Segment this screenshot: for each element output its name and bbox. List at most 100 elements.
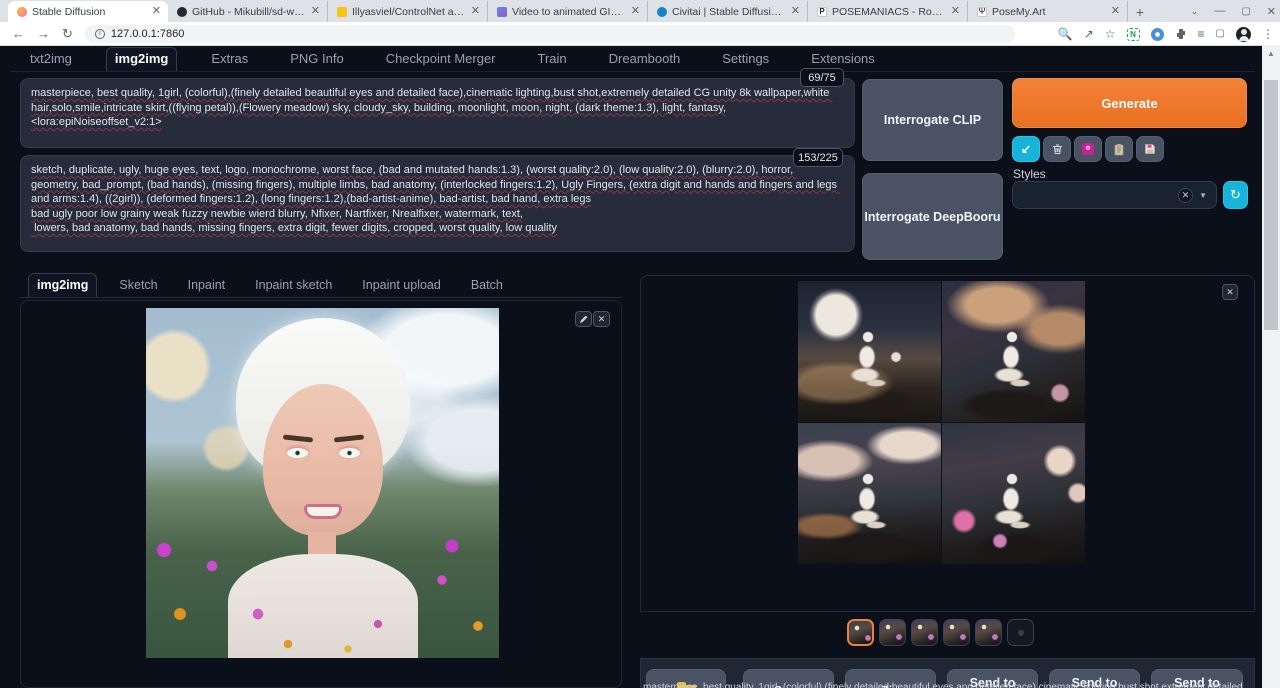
portrait-smile <box>304 504 342 519</box>
subtab-inpaint-sketch[interactable]: Inpaint sketch <box>247 274 340 298</box>
negative-token-counter: 153/225 <box>793 148 843 167</box>
clipboard-icon <box>1113 143 1125 156</box>
interrogate-clip-button[interactable]: Interrogate CLIP <box>862 79 1003 161</box>
back-icon[interactable]: ← <box>12 26 25 41</box>
new-tab-button[interactable]: + <box>1128 1 1152 22</box>
negative-prompt-textarea[interactable]: sketch, duplicate, ugly, huge eyes, text… <box>20 155 855 252</box>
tab-close-icon[interactable]: ✕ <box>311 6 320 17</box>
save-style-button[interactable] <box>1136 136 1164 162</box>
figure-silhouette <box>986 329 1038 393</box>
clear-styles-icon[interactable]: ✕ <box>1178 188 1193 203</box>
remove-image-button[interactable]: ✕ <box>593 311 610 327</box>
maximize-icon[interactable]: ▢ <box>1241 6 1250 17</box>
trash-icon <box>1051 143 1064 156</box>
tab-settings[interactable]: Settings <box>714 48 777 71</box>
gallery-thumbnail-6[interactable] <box>1007 619 1034 646</box>
tab-checkpoint-merger[interactable]: Checkpoint Merger <box>378 48 504 71</box>
apply-styles-button[interactable] <box>1105 136 1133 162</box>
gallery-thumbnail-1[interactable] <box>847 619 874 646</box>
tab-png-info[interactable]: PNG Info <box>282 48 351 71</box>
extension-blue-icon[interactable] <box>1151 28 1164 41</box>
scrollbar-thumb[interactable] <box>1264 80 1278 330</box>
portrait-blouse <box>228 554 418 658</box>
address-bar[interactable]: i 127.0.0.1:7860 <box>85 25 1015 43</box>
tab-close-icon[interactable]: ✕ <box>791 6 800 17</box>
browser-tab-civitai[interactable]: Civitai | Stable Diffusion model... ✕ <box>648 1 808 22</box>
output-image-grid[interactable] <box>798 281 1085 564</box>
zoom-icon[interactable]: 🔍 <box>1058 28 1073 40</box>
portrait-eye-right <box>339 448 360 458</box>
floppy-disk-icon <box>1144 143 1156 155</box>
tab-close-icon[interactable]: ✕ <box>631 6 640 17</box>
output-image-2[interactable] <box>942 281 1085 422</box>
output-image-4[interactable] <box>942 423 1085 564</box>
close-gallery-button[interactable]: ✕ <box>1222 284 1238 300</box>
pencil-icon <box>579 315 588 324</box>
tab-title: POSEMANIACS - Royalty free 3... <box>832 6 946 18</box>
gallery-thumbnail-3[interactable] <box>911 619 938 646</box>
subtab-inpaint[interactable]: Inpaint <box>180 274 234 298</box>
tab-img2img[interactable]: img2img <box>106 47 177 71</box>
bookmark-star-icon[interactable]: ☆ <box>1105 28 1116 40</box>
tab-extras[interactable]: Extras <box>203 48 256 71</box>
browser-tab-posemyart[interactable]: Ψ PoseMy.Art ✕ <box>968 1 1128 22</box>
minimize-icon[interactable]: — <box>1214 5 1225 17</box>
share-icon[interactable]: ↗ <box>1084 28 1094 40</box>
scrollbar-up-arrow-icon[interactable]: ▲ <box>1262 45 1280 61</box>
reading-list-icon[interactable]: ≡ <box>1198 28 1205 40</box>
menu-dots-icon[interactable]: ⋮ <box>1262 28 1274 40</box>
browser-tab-controlnet[interactable]: Illyasviel/ControlNet at main ✕ <box>328 1 488 22</box>
tab-close-icon[interactable]: ✕ <box>951 6 960 17</box>
gallery-thumbnail-4[interactable] <box>943 619 970 646</box>
tab-search-chevron-icon[interactable]: ⌄ <box>1191 6 1199 17</box>
tab-close-icon[interactable]: ✕ <box>1111 6 1120 17</box>
site-info-icon[interactable]: i <box>95 29 105 39</box>
gallery-thumbnail-5[interactable] <box>975 619 1002 646</box>
tab-close-icon[interactable]: ✕ <box>152 6 161 17</box>
url-text: 127.0.0.1:7860 <box>111 28 184 40</box>
styles-label: Styles <box>1013 167 1046 181</box>
img2img-mode-tab-bar: img2img Sketch Inpaint Inpaint sketch In… <box>20 272 622 298</box>
gallery-thumbnail-2[interactable] <box>879 619 906 646</box>
posemaniacs-favicon: P <box>817 7 827 17</box>
reload-icon[interactable]: ↻ <box>62 26 73 42</box>
subtab-batch[interactable]: Batch <box>463 274 511 298</box>
tab-title: Civitai | Stable Diffusion model... <box>672 6 786 18</box>
browser-tab-posemaniacs[interactable]: P POSEMANIACS - Royalty free 3... ✕ <box>808 1 968 22</box>
generate-button[interactable]: Generate <box>1012 78 1247 128</box>
clear-prompt-button[interactable] <box>1043 136 1071 162</box>
gallery-thumbnail-strip <box>847 619 1034 649</box>
extra-networks-button[interactable] <box>1074 136 1102 162</box>
browser-tab-gif-converter[interactable]: Video to animated GIF converter ✕ <box>488 1 648 22</box>
figure-silhouette <box>986 471 1038 535</box>
browser-tab-github[interactable]: GitHub - Mikubill/sd-webui-co... ✕ <box>168 1 328 22</box>
subtab-inpaint-upload[interactable]: Inpaint upload <box>354 274 449 298</box>
subtab-img2img[interactable]: img2img <box>28 273 97 298</box>
tab-txt2img[interactable]: txt2img <box>22 48 80 71</box>
side-panel-icon[interactable]: ▢ <box>1216 29 1225 39</box>
main-tab-bar: txt2img img2img Extras PNG Info Checkpoi… <box>10 46 1255 72</box>
close-window-icon[interactable]: ✕ <box>1267 5 1276 18</box>
extensions-puzzle-icon[interactable] <box>1175 28 1187 40</box>
source-image-portrait[interactable] <box>146 308 499 658</box>
posemyart-favicon: Ψ <box>977 7 987 17</box>
tab-dreambooth[interactable]: Dreambooth <box>601 48 689 71</box>
paste-generation-params-button[interactable]: ↙ <box>1012 136 1040 162</box>
browser-scrollbar[interactable]: ▲ <box>1262 45 1280 688</box>
subtab-sketch[interactable]: Sketch <box>111 274 165 298</box>
output-image-1[interactable] <box>798 281 941 422</box>
interrogate-deepbooru-button[interactable]: Interrogate DeepBooru <box>862 173 1003 260</box>
tab-close-icon[interactable]: ✕ <box>471 6 480 17</box>
edit-image-button[interactable] <box>575 311 592 327</box>
browser-tab-stable-diffusion[interactable]: Stable Diffusion ✕ <box>8 1 168 22</box>
output-gallery-pane: ✕ <box>640 275 1255 612</box>
positive-prompt-textarea[interactable]: masterpiece, best quality, 1girl, (color… <box>20 78 855 148</box>
styles-dropdown[interactable]: ✕ ▼ <box>1012 181 1217 209</box>
profile-avatar[interactable] <box>1236 27 1251 42</box>
forward-icon[interactable]: → <box>37 26 50 41</box>
toolbar-icons: 🔍 ↗ ☆ N ≡ ▢ ⋮ <box>1058 22 1274 46</box>
output-image-3[interactable] <box>798 423 941 564</box>
tab-train[interactable]: Train <box>530 48 575 71</box>
extension-n-icon[interactable]: N <box>1127 28 1140 41</box>
refresh-styles-button[interactable]: ↻ <box>1223 181 1248 209</box>
